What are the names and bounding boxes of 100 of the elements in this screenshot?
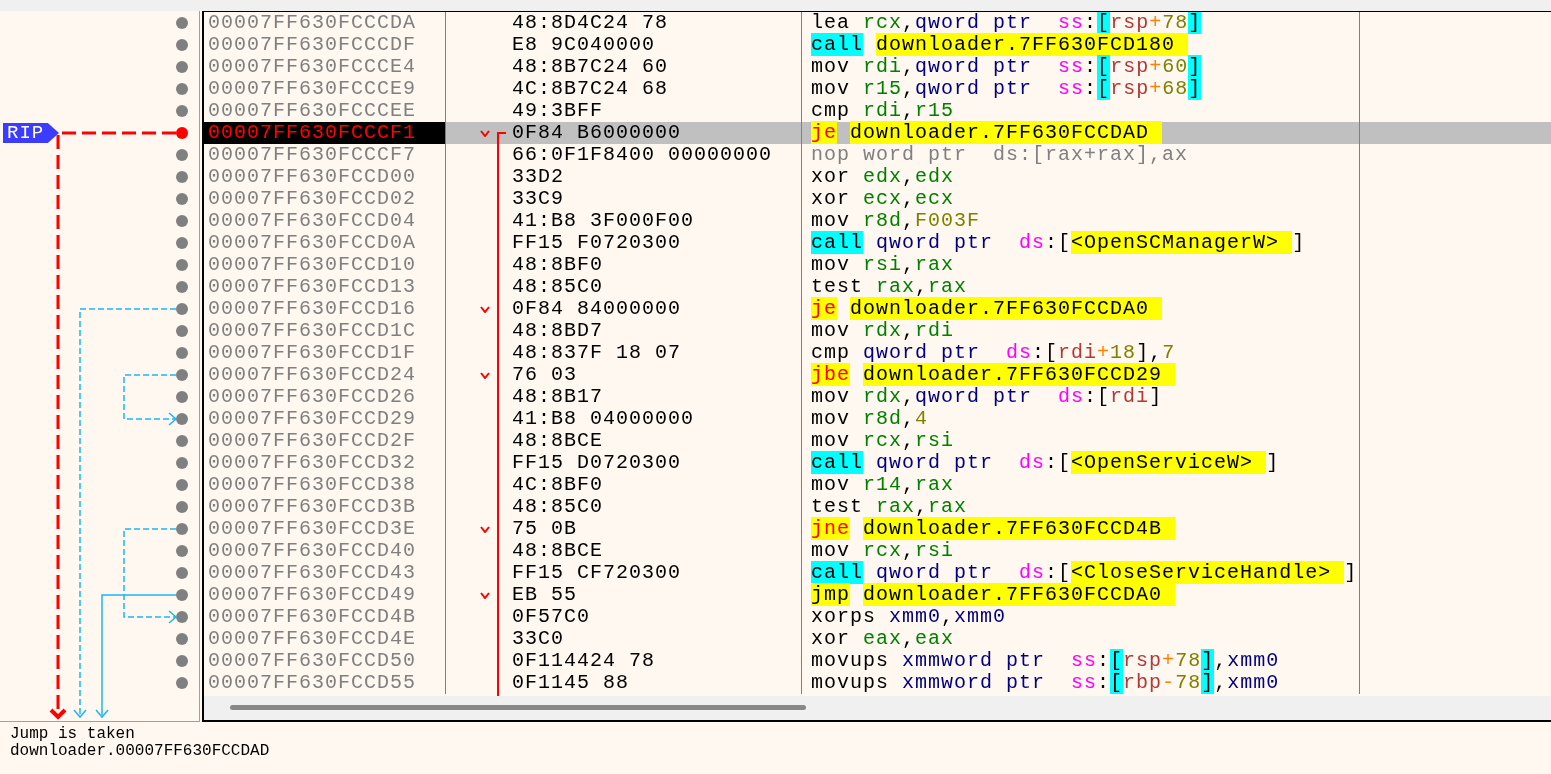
dot-icon[interactable]	[176, 435, 188, 447]
dot-icon[interactable]	[176, 215, 188, 227]
address-cell: 00007FF630FCCCDF	[204, 34, 446, 56]
info-text: downloader.00007FF630FCCDAD	[10, 743, 270, 760]
dot-icon[interactable]	[176, 457, 188, 469]
opcode-bytes: 48:8B7C24 60	[512, 56, 669, 78]
opcode-bytes: 66:0F1F8400 00000000	[512, 144, 773, 166]
dot-icon[interactable]	[176, 589, 188, 601]
opcode-bytes: 76 03	[512, 364, 577, 386]
dot-icon[interactable]	[176, 325, 188, 337]
scrollbar-thumb[interactable]	[230, 705, 806, 710]
dot-icon[interactable]	[176, 545, 188, 557]
instruction-cell: mov rdx,rdi	[802, 320, 1360, 342]
opcode-bytes: 48:8BD7	[512, 320, 603, 342]
opcode-bytes: 48:8B17	[512, 386, 603, 408]
dot-icon[interactable]	[176, 413, 188, 425]
dot-icon[interactable]	[176, 127, 188, 139]
dot-icon[interactable]	[176, 677, 188, 689]
opcode-bytes: 33C9	[512, 188, 564, 210]
address-cell: 00007FF630FCCD38	[204, 474, 446, 496]
address-cell: 00007FF630FCCD3E	[204, 518, 446, 540]
address-cell: 00007FF630FCCD13	[204, 276, 446, 298]
address-cell: 00007FF630FCCCE9	[204, 78, 446, 100]
address-cell: 00007FF630FCCD4B	[204, 606, 446, 628]
dot-icon[interactable]	[176, 83, 188, 95]
opcode-bytes: 48:8BF0	[512, 254, 603, 276]
selected-row[interactable]: 00007FF630FCCCF1 0F84 B6000000 je downloader.7FF630FCCDAD	[204, 122, 1551, 144]
dot-icon[interactable]	[176, 303, 188, 315]
address-cell: 00007FF630FCCD1C	[204, 320, 446, 342]
instruction-cell: mov r14,rax	[802, 474, 1360, 496]
opcode-bytes: 41:B8 3F000F00	[512, 210, 695, 232]
opcode-bytes: 75 0B	[512, 518, 577, 540]
dot-icon[interactable]	[176, 655, 188, 667]
opcode-bytes: 33D2	[512, 166, 564, 188]
dot-icon[interactable]	[176, 149, 188, 161]
dot-icon[interactable]	[176, 61, 188, 73]
address-cell: 00007FF630FCCD55	[204, 672, 446, 694]
instruction-cell: call qword ptr ds:[<OpenSCManagerW> ]	[802, 232, 1360, 254]
info-text: Jump is taken	[10, 726, 135, 743]
opcode-bytes: 48:8D4C24 78	[512, 12, 669, 34]
dot-icon[interactable]	[176, 39, 188, 51]
opcode-bytes: EB 55	[512, 584, 577, 606]
dot-icon[interactable]	[176, 501, 188, 513]
dot-icon[interactable]	[176, 237, 188, 249]
dot-icon[interactable]	[176, 193, 188, 205]
dot-icon[interactable]	[176, 523, 188, 535]
address-cell: 00007FF630FCCD50	[204, 650, 446, 672]
opcode-bytes: 0F57C0	[512, 606, 590, 628]
dot-icon[interactable]	[176, 281, 188, 293]
opcode-bytes: 48:85C0	[512, 496, 603, 518]
address-cell: 00007FF630FCCD0A	[204, 232, 446, 254]
instruction-cell: xor edx,edx	[802, 166, 1360, 188]
opcode-bytes: 49:3BFF	[512, 100, 603, 122]
opcode-bytes: 48:8BCE	[512, 540, 603, 562]
address-cell: 00007FF630FCCCF7	[204, 144, 446, 166]
address-cell: 00007FF630FCCD24	[204, 364, 446, 386]
address-cell: 00007FF630FCCD49	[204, 584, 446, 606]
opcode-bytes: 0F1145 88	[512, 672, 630, 694]
address-cell: 00007FF630FCCCDA	[204, 12, 446, 34]
address-cell: 00007FF630FCCCF1	[204, 122, 446, 144]
dot-icon[interactable]	[176, 171, 188, 183]
opcode-bytes: 4C:8BF0	[512, 474, 603, 496]
dot-icon[interactable]	[176, 567, 188, 579]
opcode-bytes: 48:8BCE	[512, 430, 603, 452]
address-cell: 00007FF630FCCD02	[204, 188, 446, 210]
address-cell: 00007FF630FCCD10	[204, 254, 446, 276]
dot-icon[interactable]	[176, 391, 188, 403]
instruction-cell: xorps xmm0,xmm0	[802, 606, 1360, 628]
instruction-cell: mov r8d,4	[802, 408, 1360, 430]
dot-icon[interactable]	[176, 17, 188, 29]
instruction-cell: xor ecx,ecx	[802, 188, 1360, 210]
opcode-bytes: FF15 F0720300	[512, 232, 682, 254]
opcode-bytes: 33C0	[512, 628, 564, 650]
address-cell: 00007FF630FCCCE4	[204, 56, 446, 78]
opcode-bytes: 48:837F 18 07	[512, 342, 682, 364]
address-cell: 00007FF630FCCD3B	[204, 496, 446, 518]
dot-icon[interactable]	[176, 259, 188, 271]
dot-icon[interactable]	[176, 611, 188, 623]
address-cell: 00007FF630FCCD4E	[204, 628, 446, 650]
dot-icon[interactable]	[176, 369, 188, 381]
dot-icon[interactable]	[176, 479, 188, 491]
dot-icon[interactable]	[176, 347, 188, 359]
address-cell: 00007FF630FCCD26	[204, 386, 446, 408]
opcode-bytes: 4C:8B7C24 68	[512, 78, 669, 100]
instruction-cell: movups xmmword ptr ss:[rsp+78],xmm0	[802, 650, 1360, 672]
address-cell: 00007FF630FCCD16	[204, 298, 446, 320]
address-cell: 00007FF630FCCD1F	[204, 342, 446, 364]
instruction-cell: call qword ptr ds:[<OpenServiceW> ]	[802, 452, 1360, 474]
dot-icon[interactable]	[176, 633, 188, 645]
dot-icon[interactable]	[176, 105, 188, 117]
address-cell: 00007FF630FCCD32	[204, 452, 446, 474]
address-cell: 00007FF630FCCD43	[204, 562, 446, 584]
address-cell: 00007FF630FCCD40	[204, 540, 446, 562]
address-cell: 00007FF630FCCD00	[204, 166, 446, 188]
address-cell: 00007FF630FCCD2F	[204, 430, 446, 452]
instruction-cell: mov r15,qword ptr ss:[rsp+68]	[802, 78, 1360, 100]
horizontal-scrollbar[interactable]	[204, 696, 1551, 720]
address-cell: 00007FF630FCCD29	[204, 408, 446, 430]
opcode-bytes: 41:B8 04000000	[512, 408, 695, 430]
opcode-bytes: FF15 D0720300	[512, 452, 682, 474]
